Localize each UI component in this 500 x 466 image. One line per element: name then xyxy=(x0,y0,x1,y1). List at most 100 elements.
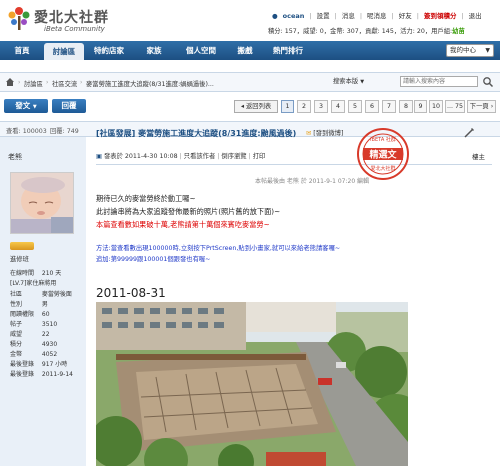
page-8[interactable]: 8 xyxy=(399,100,413,113)
profile-value: 22 xyxy=(41,331,50,338)
my-center-label: 我的中心 xyxy=(450,46,476,54)
breadcrumb-forum[interactable]: 討論區 xyxy=(24,79,43,88)
divider xyxy=(96,164,492,165)
profile-key: 最後登錄 xyxy=(10,361,35,368)
profile-row: 積分 4930 xyxy=(10,339,57,348)
profile-row: 最後登錄 917 小時 xyxy=(10,359,67,368)
post-meta: ▣ 發表於 2011-4-30 10:08 | 只看該作者 | 倒序瀏覽 | 打… xyxy=(96,153,266,160)
edit-note: 本帖最後由 老熊 於 2011-9-1 07:20 編輯 xyxy=(255,178,370,185)
chevron-right-icon: › xyxy=(46,79,49,86)
page-6[interactable]: 6 xyxy=(365,100,379,113)
settings-link[interactable]: 設置 xyxy=(317,12,330,20)
brand-title[interactable]: 愛北大社群 xyxy=(34,7,109,27)
page-last[interactable]: ... 75 xyxy=(445,100,465,113)
author-only-link[interactable]: 只看該作者 xyxy=(184,153,215,160)
profile-row: [LV.7]家住麻將用 xyxy=(10,278,56,287)
profile-row: 社區 麥當勞後面 xyxy=(10,289,72,298)
search-icon[interactable] xyxy=(482,76,494,88)
profile-row: 性別 男 xyxy=(10,299,48,308)
profile-value: 4052 xyxy=(41,351,58,358)
construction-photo[interactable] xyxy=(96,302,408,466)
profile-key: 在線時間 xyxy=(10,270,35,277)
search-input[interactable] xyxy=(400,76,478,87)
post-icon: ▣ xyxy=(96,153,102,160)
page-1[interactable]: 1 xyxy=(281,100,294,113)
author-name[interactable]: 老熊 xyxy=(8,152,22,162)
user-stats-text[interactable]: 積分: 157，威望: 0，金幣: 307，貢獻: 145，活力: 20，用戶組… xyxy=(268,28,452,35)
brand-subtitle: iBeta Community xyxy=(44,25,105,33)
construction-site-photo-icon xyxy=(96,302,408,466)
author-avatar[interactable] xyxy=(10,172,74,234)
post-line-1: 期待已久的麥當勞終於動工囉~ xyxy=(96,194,196,203)
profile-level[interactable]: [LV.7]家住麻將用 xyxy=(10,280,56,287)
username-link[interactable]: ocean xyxy=(283,12,305,20)
profile-key: 最後登錄 xyxy=(10,371,35,378)
profile-key: 閱讀權限 xyxy=(10,311,35,318)
edit-tool-icon[interactable] xyxy=(462,126,476,140)
profile-row: 金幣 4052 xyxy=(10,349,57,358)
profile-value: 4930 xyxy=(41,341,58,348)
nav-ranking[interactable]: 熱門排行 xyxy=(264,41,312,60)
logo-tree-icon[interactable] xyxy=(8,6,30,32)
main-nav: 首頁 討論區 特約店家 家族 個人空間 搬戲 熱門排行 我的中心 ▼ xyxy=(0,41,500,60)
nav-home[interactable]: 首頁 xyxy=(2,41,42,60)
profile-row: 在線時間 210 天 xyxy=(10,268,61,277)
nav-forum[interactable]: 討論區 xyxy=(44,43,84,60)
chevron-right-icon: › xyxy=(18,79,21,86)
nav-family[interactable]: 家族 xyxy=(136,41,172,60)
chevron-down-icon: ▼ xyxy=(32,104,37,110)
nav-stores[interactable]: 特約店家 xyxy=(86,41,132,60)
nav-games[interactable]: 搬戲 xyxy=(228,41,262,60)
search-scope-select[interactable]: 搜索本版 ▼ xyxy=(333,76,375,88)
user-bar: ● ocean | 設置 | 消息 | 呢消息 | 好友 | 簽到領積分 | 退出 xyxy=(272,12,482,20)
reverse-order-link[interactable]: 倒序瀏覽 xyxy=(221,153,246,160)
post-line-5: 追加:第99999跟100001個跟發也有喔~ xyxy=(96,256,211,263)
friends-link[interactable]: 好友 xyxy=(399,12,412,20)
page-4[interactable]: 4 xyxy=(331,100,345,113)
post-title[interactable]: [社區發展] 麥當勞施工進度大追蹤(8/31進度:颱風過後) xyxy=(96,128,296,139)
page-10[interactable]: 10 xyxy=(429,100,443,113)
new-post-button[interactable]: 發文 ▼ xyxy=(4,99,48,113)
post-date: 發表於 2011-4-30 10:08 xyxy=(103,153,178,160)
profile-key: 積分 xyxy=(10,341,23,348)
home-icon[interactable] xyxy=(5,77,15,87)
notices-link[interactable]: 呢消息 xyxy=(367,12,387,20)
stamp-main-text: 精選文 xyxy=(369,149,397,161)
reply-button[interactable]: 回覆 xyxy=(52,99,86,113)
page-9[interactable]: 9 xyxy=(414,100,427,113)
profile-key: 性別 xyxy=(10,301,23,308)
profile-value: 917 小時 xyxy=(41,361,68,368)
back-arrow-icon: ◂ xyxy=(240,103,244,110)
baby-photo-icon xyxy=(11,173,73,233)
messages-link[interactable]: 消息 xyxy=(342,12,355,20)
user-group[interactable]: 幼苗 xyxy=(452,28,465,35)
page-2[interactable]: 2 xyxy=(297,100,311,113)
post-line-2: 此討論串將為大家追蹤發佈最新的照片(照片舊的放下面)~ xyxy=(96,207,281,216)
next-page-label: 下一頁 xyxy=(469,103,489,110)
chevron-right-icon: › xyxy=(490,103,494,110)
nav-space[interactable]: 個人空間 xyxy=(176,41,226,60)
rank-name[interactable]: 進修班 xyxy=(10,254,29,263)
my-center-dropdown[interactable]: 我的中心 ▼ xyxy=(446,44,494,57)
new-post-label: 發文 xyxy=(15,101,31,110)
next-page-button[interactable]: 下一頁 › xyxy=(467,100,496,113)
replies-count: 回覆: 749 xyxy=(50,128,79,135)
page-7[interactable]: 7 xyxy=(382,100,396,113)
page-5[interactable]: 5 xyxy=(348,100,362,113)
back-to-list-button[interactable]: ◂ 返回列表 xyxy=(234,100,278,113)
stamp-bottom-text: 愛北大社群 xyxy=(370,165,395,172)
chevron-right-icon: › xyxy=(80,79,83,86)
page-3[interactable]: 3 xyxy=(314,100,328,113)
weibo-icon: ✉ xyxy=(306,130,312,137)
logout-link[interactable]: 退出 xyxy=(469,12,482,20)
user-stats: 積分: 157，威望: 0，金幣: 307，貢獻: 145，活力: 20，用戶組… xyxy=(268,26,465,35)
chevron-down-icon: ▼ xyxy=(360,79,365,85)
breadcrumb-thread[interactable]: 麥當勞施工進度大追蹤(8/31進度:蝸蝸過後)... xyxy=(86,79,214,88)
post-line-4: 方法:當查看數出現100000時,立刻按下PrtScreen,貼到小畫家,就可以… xyxy=(96,245,341,252)
checkin-link[interactable]: 簽到領積分 xyxy=(424,12,457,20)
profile-row: 帖子 3510 xyxy=(10,319,57,328)
share-weibo[interactable]: ✉ [發到微博] xyxy=(306,128,343,137)
profile-value: 男 xyxy=(41,301,48,308)
breadcrumb-community[interactable]: 社區交流 xyxy=(52,79,77,88)
print-link[interactable]: 打印 xyxy=(253,153,266,160)
